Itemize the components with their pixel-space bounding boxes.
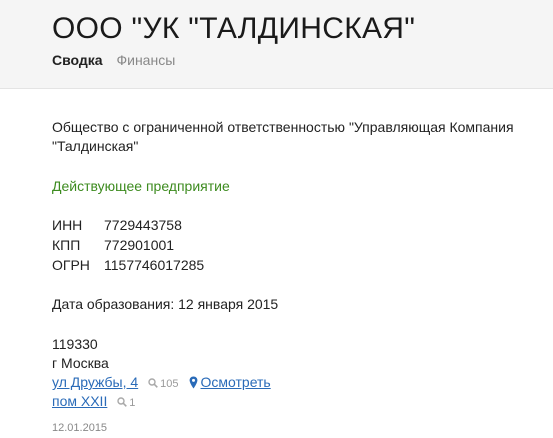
tab-bar: Сводка Финансы [52, 52, 175, 68]
street-search-count[interactable]: 105 [148, 378, 181, 390]
street-count-value: 105 [160, 378, 179, 390]
code-row-ogrn: ОГРН 1157746017285 [52, 256, 204, 276]
street-line: ул Дружбы, 4 105 Осмотреть [52, 373, 271, 392]
update-date: 12.01.2015 [52, 422, 108, 434]
street-link[interactable]: ул Дружбы, 4 [52, 374, 138, 390]
code-label: ИНН [52, 217, 83, 233]
company-full-name: Общество с ограниченной ответственностью… [52, 119, 514, 154]
founded-date: Дата образования: 12 января 2015 [52, 296, 279, 312]
search-icon [148, 378, 158, 388]
room-link[interactable]: пом XXII [52, 393, 107, 409]
code-label: КПП [52, 237, 81, 253]
room-search-count[interactable]: 1 [117, 397, 135, 409]
search-icon [117, 397, 128, 407]
code-row-inn: ИНН 7729443758 [52, 216, 204, 236]
address-block: 119330 г Москва ул Дружбы, 4 105 Осмотре… [52, 335, 271, 411]
map-pin-icon[interactable] [189, 376, 198, 389]
city: г Москва [52, 355, 109, 371]
room-count-value: 1 [129, 397, 136, 409]
page-header: ООО "УК "ТАЛДИНСКАЯ" Сводка Финансы [0, 0, 553, 89]
room-line: пом XXII 1 [52, 392, 271, 411]
code-value: 1157746017285 [104, 257, 205, 273]
postal-code: 119330 [52, 336, 98, 352]
registration-codes: ИНН 7729443758 КПП 772901001 ОГРН 115774601… [52, 216, 204, 276]
tab-finances[interactable]: Финансы [116, 52, 175, 68]
view-on-map-link[interactable]: Осмотреть [201, 374, 271, 390]
code-row-kpp: КПП 772901001 [52, 236, 204, 256]
code-value: 772901001 [104, 237, 175, 253]
status-text: Действующее предприятие [52, 178, 230, 194]
code-value: 7729443758 [104, 217, 182, 233]
code-label: ОГРН [52, 257, 90, 273]
company-title: ООО "УК "ТАЛДИНСКАЯ" [52, 12, 416, 45]
tab-summary[interactable]: Сводка [52, 52, 103, 68]
